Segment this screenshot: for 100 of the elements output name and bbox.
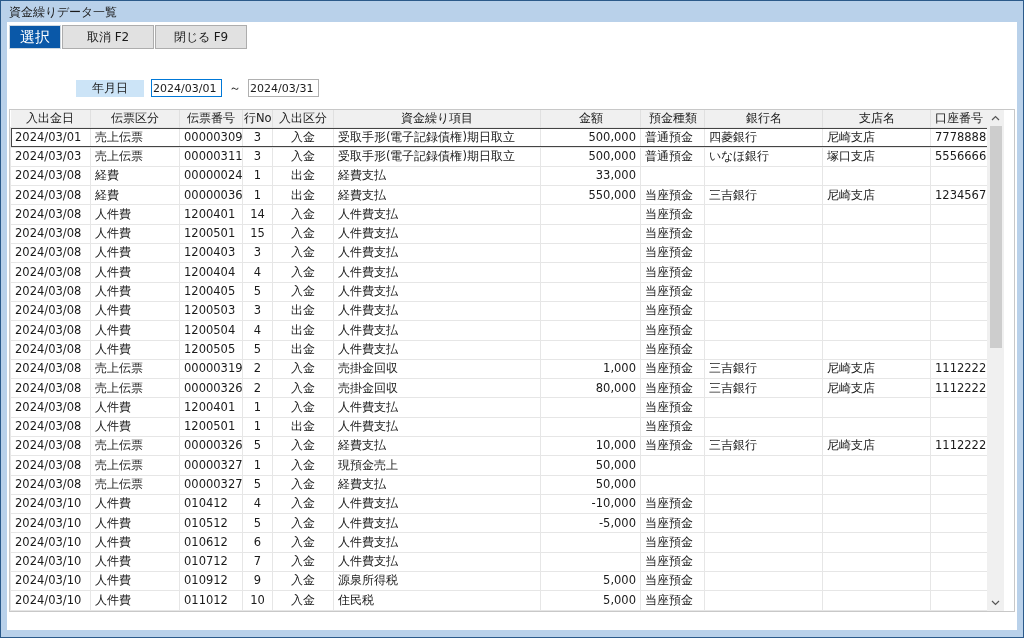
table-cell: 人件費支払	[338, 206, 398, 221]
toolbar-button[interactable]: 閉じる F9	[155, 25, 247, 49]
table-cell: 00000327	[184, 457, 243, 472]
scrollbar[interactable]	[987, 110, 1004, 611]
table-cell: 入金	[291, 129, 315, 144]
table-cell: 三吉銀行	[709, 380, 757, 395]
table-cell: 人件費支払	[338, 399, 398, 414]
table-row[interactable]: 2024/03/08 人件費 1200501 15 入金 人件費支払 当座預金	[10, 224, 987, 244]
column-header[interactable]: 預金種類	[640, 110, 705, 128]
start-date-field[interactable]: 2024/03/01	[151, 79, 222, 97]
table-cell: 2024/03/08	[15, 284, 82, 298]
column-header[interactable]: 銀行名	[704, 110, 823, 128]
table-row[interactable]: 2024/03/08 売上伝票 00000326 5 入金 経費支払 10,000 当座預金 三吉銀行 尼崎支店 1112222	[10, 436, 987, 456]
table-cell: 14	[250, 206, 265, 221]
table-row[interactable]: 2024/03/10 人件費 010512 5 入金 人件費支払 -5,000 当座預金	[10, 513, 987, 533]
table-row[interactable]: 2024/03/03 売上伝票 00000311 3 入金 受取手形(電子記録債権)期日取立 500,000 普通預金 いなほ銀行 塚口支店 5556666	[10, 147, 987, 167]
toolbar-button[interactable]: 取消 F2	[62, 25, 154, 49]
table-cell: 売上伝票	[95, 457, 143, 472]
table-row[interactable]: 2024/03/08 人件費 1200501 1 出金 人件費支払 当座預金	[10, 417, 987, 437]
table-row[interactable]: 2024/03/10 人件費 010712 7 入金 人件費支払 当座預金	[10, 552, 987, 572]
table-cell: 入金	[291, 496, 315, 511]
table-row[interactable]: 2024/03/08 経費 00000024 1 出金 経費支払 33,000	[10, 166, 987, 186]
table-row[interactable]: 2024/03/08 人件費 1200503 3 出金 人件費支払 当座預金	[10, 301, 987, 321]
table-cell: 5	[253, 515, 262, 530]
table-row[interactable]: 2024/03/08 人件費 1200401 1 入金 人件費支払 当座預金	[10, 397, 987, 418]
table-cell: 9	[253, 573, 262, 588]
table-cell: 経費支払	[338, 438, 386, 453]
scroll-thumb[interactable]	[989, 126, 1002, 348]
table-cell: 1	[253, 399, 262, 414]
scroll-down-icon[interactable]	[991, 600, 1000, 606]
table-cell: 2024/03/01	[15, 129, 82, 144]
table-row[interactable]: 2024/03/10 人件費 011012 10 入金 住民税 5,000 当座預金	[10, 590, 987, 611]
table-cell: 人件費	[95, 245, 131, 260]
table-cell: 1234567	[935, 187, 987, 202]
table-cell: 当座預金	[645, 399, 693, 414]
table-cell: 三吉銀行	[709, 187, 757, 202]
table-cell: 入金	[291, 399, 315, 414]
column-header[interactable]: 伝票区分	[90, 110, 180, 128]
table-cell: 受取手形(電子記録債権)期日取立	[338, 129, 515, 144]
column-header[interactable]: 行No	[242, 110, 273, 128]
table-cell: 1200501	[184, 226, 236, 241]
table-row[interactable]: 2024/03/08 売上伝票 00000327 5 入金 経費支払 50,000	[10, 475, 987, 495]
table-cell: 4	[253, 496, 262, 511]
table-row[interactable]: 2024/03/10 人件費 010912 9 入金 源泉所得税 5,000 当座預金	[10, 571, 987, 591]
table-cell: 人件費	[95, 554, 131, 569]
table-row[interactable]: 2024/03/08 人件費 1200505 5 出金 人件費支払 当座預金	[10, 340, 987, 360]
date-label: 年月日	[76, 79, 144, 97]
table-cell: 住民税	[338, 592, 374, 607]
column-header[interactable]: 伝票番号	[179, 110, 243, 128]
table-cell: 5556666	[935, 148, 987, 163]
table-cell: 2024/03/08	[15, 168, 82, 183]
table-cell: 2024/03/08	[15, 264, 82, 279]
table-row[interactable]: 2024/03/08 人件費 1200403 3 入金 人件費支払 当座預金	[10, 243, 987, 263]
end-date-field[interactable]: 2024/03/31	[248, 79, 319, 97]
column-header[interactable]: 入出区分	[272, 110, 334, 128]
table-row[interactable]: 2024/03/01 売上伝票 00000309 3 入金 受取手形(電子記録債権)期日取立 500,000 普通預金 四菱銀行 尼崎支店 7778888	[10, 127, 987, 148]
table-cell: 2024/03/08	[15, 457, 82, 472]
table-cell: 2024/03/08	[15, 187, 82, 202]
scroll-up-icon[interactable]	[991, 115, 1000, 121]
column-header[interactable]: 資金繰り項目	[333, 110, 541, 128]
table-cell: 塚口支店	[827, 148, 875, 163]
table-row[interactable]: 2024/03/08 売上伝票 00000319 2 入金 売掛金回収 1,000 当座預金 三吉銀行 尼崎支店 1112222	[10, 359, 987, 379]
column-header[interactable]: 支店名	[822, 110, 931, 128]
table-row[interactable]: 2024/03/08 売上伝票 00000326 2 入金 売掛金回収 80,000 当座預金 三吉銀行 尼崎支店 1112222	[10, 378, 987, 398]
table-cell: 2024/03/08	[15, 303, 82, 318]
table-cell: 人件費支払	[338, 226, 398, 241]
table-cell: 経費支払	[338, 477, 386, 491]
select-button[interactable]: 選択	[9, 25, 61, 49]
table-cell: 人件費支払	[338, 245, 398, 260]
table-cell: 5	[253, 477, 262, 491]
table-cell: 当座預金	[645, 322, 693, 337]
table-row[interactable]: 2024/03/08 人件費 1200504 4 出金 人件費支払 当座預金	[10, 320, 987, 340]
table-cell: 人件費	[95, 284, 131, 298]
table-row[interactable]: 2024/03/08 売上伝票 00000327 1 入金 現預金売上 50,000	[10, 455, 987, 476]
table-row[interactable]: 2024/03/08 人件費 1200401 14 入金 人件費支払 当座預金	[10, 204, 987, 225]
table-cell: 2024/03/08	[15, 245, 82, 260]
table-cell: 2	[253, 361, 262, 376]
table-cell: 経費支払	[338, 187, 386, 202]
table-cell: 当座預金	[645, 534, 693, 549]
table-cell: 人件費支払	[338, 264, 398, 279]
table-cell: 1	[253, 419, 262, 434]
table-cell: 010712	[184, 554, 228, 569]
column-header[interactable]: 入出金日	[10, 110, 91, 128]
column-header[interactable]: 金額	[540, 110, 641, 128]
column-header[interactable]: 口座番号	[930, 110, 987, 128]
table-row[interactable]: 2024/03/08 人件費 1200405 5 入金 人件費支払 当座預金	[10, 282, 987, 302]
table-row[interactable]: 2024/03/10 人件費 010612 6 入金 人件費支払 当座預金	[10, 533, 987, 553]
table-cell: 入金	[291, 380, 315, 395]
table-cell: 3	[253, 303, 262, 318]
table-cell: 売上伝票	[95, 148, 143, 163]
table-cell: 1112222	[935, 380, 987, 395]
table-cell: 人件費支払	[338, 303, 398, 318]
table-cell: 尼崎支店	[827, 438, 875, 453]
table-cell: 当座預金	[645, 515, 693, 530]
table-row[interactable]: 2024/03/10 人件費 010412 4 入金 人件費支払 -10,000 当座預金	[10, 494, 987, 514]
table-cell: 010912	[184, 573, 228, 588]
table-row[interactable]: 2024/03/08 経費 00000036 1 出金 経費支払 550,000 当座預金 三吉銀行 尼崎支店 1234567	[10, 185, 987, 205]
table-cell: 5	[253, 284, 262, 298]
table-row[interactable]: 2024/03/08 人件費 1200404 4 入金 人件費支払 当座預金	[10, 262, 987, 283]
table-cell: 売上伝票	[95, 129, 143, 144]
